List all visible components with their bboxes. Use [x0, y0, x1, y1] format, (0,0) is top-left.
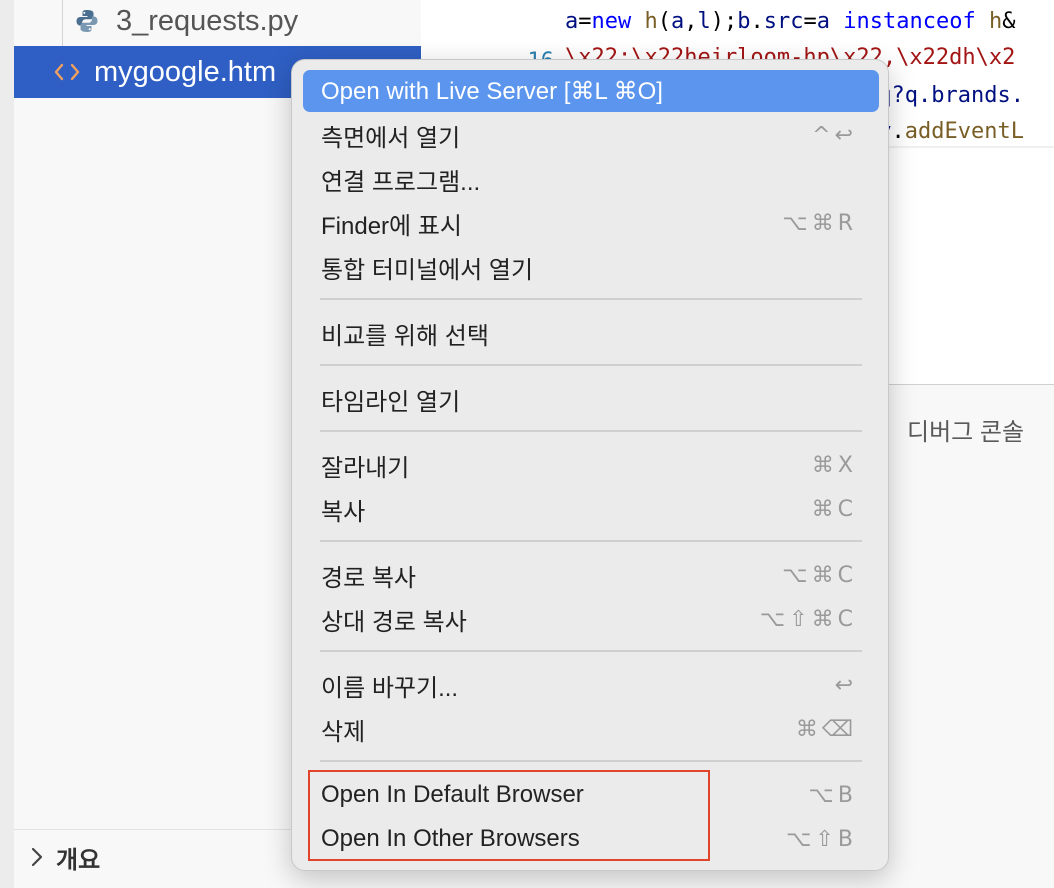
shortcut-label: ⌘C: [811, 496, 857, 522]
shortcut-label: ↩: [834, 672, 857, 698]
menu-item-open-with-live-server[interactable]: Open with Live Server [⌘L ⌘O]: [303, 70, 879, 112]
html-code-icon: [50, 55, 84, 89]
menu-item-copy-relative-path[interactable]: 상대 경로 복사 ⌥⇧⌘C: [303, 598, 879, 640]
menu-separator: [320, 364, 862, 366]
shortcut-label: ⌥⇧B: [786, 826, 857, 852]
menu-item-rename[interactable]: 이름 바꾸기... ↩: [303, 664, 879, 706]
menu-item-select-for-compare[interactable]: 비교를 위해 선택: [303, 312, 879, 354]
chevron-right-icon: [30, 846, 44, 868]
menu-item-open-with[interactable]: 연결 프로그램...: [303, 158, 879, 200]
menu-separator: [320, 430, 862, 432]
shortcut-label: ⌘X: [811, 452, 857, 478]
annotation-highlight-box: [308, 770, 710, 861]
file-name: 3_requests.py: [116, 4, 299, 37]
menu-item-reveal-in-finder[interactable]: Finder에 표시 ⌥⌘R: [303, 202, 879, 244]
file-item-3-requests-py[interactable]: 3_requests.py: [14, 0, 421, 47]
menu-item-delete[interactable]: 삭제 ⌘⌫: [303, 708, 879, 750]
menu-separator: [320, 650, 862, 652]
menu-item-open-timeline[interactable]: 타임라인 열기: [303, 378, 879, 420]
shortcut-label: ⌘⌫: [795, 716, 857, 742]
file-name: mygoogle.htm: [94, 55, 277, 88]
menu-item-copy-path[interactable]: 경로 복사 ⌥⌘C: [303, 554, 879, 596]
menu-separator: [320, 298, 862, 300]
python-icon: [70, 4, 104, 38]
shortcut-label: ⌥⌘R: [782, 210, 857, 236]
shortcut-label: ⌥⌘C: [782, 562, 857, 588]
menu-separator: [320, 760, 862, 762]
menu-item-open-to-side[interactable]: 측면에서 열기 ^↩: [303, 114, 879, 156]
menu-separator: [320, 540, 862, 542]
code-line-16: 16 a=new h(a,l);b.src=a instanceof h&: [421, 2, 1015, 74]
menu-item-cut[interactable]: 잘라내기 ⌘X: [303, 444, 879, 486]
menu-item-copy[interactable]: 복사 ⌘C: [303, 488, 879, 530]
tab-debug-console[interactable]: 디버그 콘솔: [907, 412, 1024, 447]
menu-item-open-in-terminal[interactable]: 통합 터미널에서 열기: [303, 246, 879, 288]
shortcut-label: ⌥⇧⌘C: [759, 606, 857, 632]
context-menu: Open with Live Server [⌘L ⌘O] 측면에서 열기 ^↩…: [291, 59, 889, 871]
shortcut-label: ⌥B: [808, 782, 857, 808]
shortcut-label: ^↩: [812, 122, 857, 148]
outline-section-header[interactable]: 개요: [14, 834, 100, 880]
outline-label: 개요: [56, 846, 101, 874]
activity-strip: [0, 0, 14, 888]
code-text: a=new h(a,l);b.src=a instanceof h&: [565, 9, 1016, 34]
